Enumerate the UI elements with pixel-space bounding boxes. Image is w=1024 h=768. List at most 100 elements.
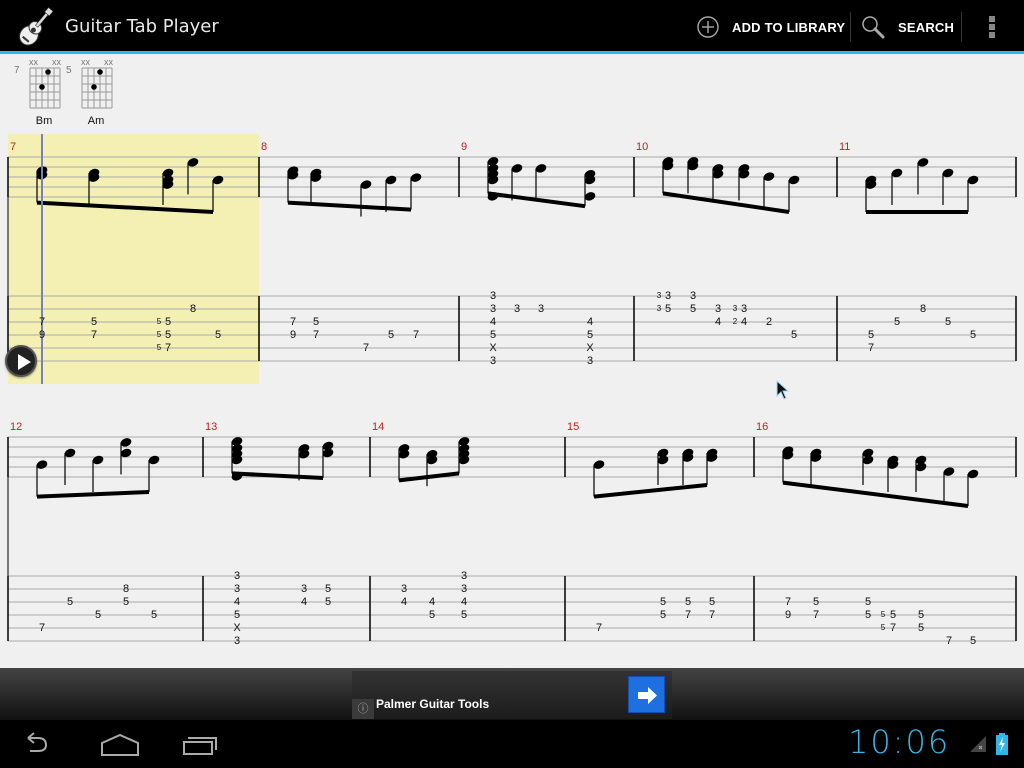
tab-fret-number[interactable]: 5 — [429, 609, 435, 621]
tab-fret-number[interactable]: 4 — [234, 596, 240, 608]
tab-fret-number[interactable]: 3 — [715, 303, 721, 315]
tab-fret-number[interactable]: 7 — [39, 316, 45, 328]
recent-apps-button[interactable] — [170, 728, 230, 760]
grace-note-fret[interactable]: 3 — [657, 290, 661, 302]
ad-banner[interactable]: ⓘ Palmer Guitar Tools — [352, 671, 672, 719]
tab-fret-number[interactable]: 3 — [665, 290, 671, 302]
tab-fret-number[interactable]: 7 — [91, 329, 97, 341]
back-button[interactable] — [10, 728, 70, 760]
search-button[interactable]: SEARCH — [860, 0, 954, 54]
tab-fret-number[interactable]: 7 — [709, 609, 715, 621]
tab-fret-number[interactable]: 5 — [813, 596, 819, 608]
tab-fret-number[interactable]: 4 — [490, 316, 496, 328]
playback-cursor[interactable] — [41, 134, 43, 384]
tab-fret-number[interactable]: 5 — [865, 596, 871, 608]
tab-fret-number[interactable]: 3 — [401, 583, 407, 595]
tab-fret-number[interactable]: 4 — [301, 596, 307, 608]
overflow-menu-icon[interactable] — [982, 14, 1002, 42]
tab-fret-number[interactable]: X — [489, 342, 496, 354]
tab-fret-number[interactable]: 5 — [660, 596, 666, 608]
tab-fret-number[interactable]: 5 — [165, 329, 171, 341]
tab-fret-number[interactable]: 7 — [813, 609, 819, 621]
play-button[interactable] — [5, 345, 37, 377]
tab-fret-number[interactable]: 5 — [890, 609, 896, 621]
tab-fret-number[interactable]: 5 — [461, 609, 467, 621]
tab-fret-number[interactable]: 5 — [490, 329, 496, 341]
tab-fret-number[interactable]: 5 — [918, 622, 924, 634]
tab-fret-number[interactable]: 5 — [325, 583, 331, 595]
tab-fret-number[interactable]: 3 — [587, 355, 593, 367]
tab-fret-number[interactable]: 3 — [690, 290, 696, 302]
tab-fret-number[interactable]: 3 — [234, 570, 240, 582]
tab-fret-number[interactable]: 3 — [514, 303, 520, 315]
tab-fret-number[interactable]: X — [233, 622, 240, 634]
grace-note-fret[interactable]: 3 — [657, 303, 661, 315]
tab-fret-number[interactable]: 7 — [290, 316, 296, 328]
add-to-library-button[interactable]: ADD TO LIBRARY — [696, 0, 845, 54]
tab-fret-number[interactable]: 9 — [290, 329, 296, 341]
grace-note-fret[interactable]: 5 — [157, 329, 161, 341]
tab-fret-number[interactable]: 3 — [234, 583, 240, 595]
tab-fret-number[interactable]: 7 — [785, 596, 791, 608]
tab-fret-number[interactable]: 7 — [868, 342, 874, 354]
tab-fret-number[interactable]: 4 — [741, 316, 747, 328]
tab-fret-number[interactable]: 4 — [715, 316, 721, 328]
tab-fret-number[interactable]: 3 — [461, 570, 467, 582]
tab-fret-number[interactable]: 8 — [920, 303, 926, 315]
tab-fret-number[interactable]: 5 — [690, 303, 696, 315]
tab-fret-number[interactable]: 9 — [39, 329, 45, 341]
tab-fret-number[interactable]: 5 — [685, 596, 691, 608]
info-icon[interactable]: ⓘ — [352, 699, 374, 719]
tab-fret-number[interactable]: 7 — [313, 329, 319, 341]
tab-fret-number[interactable]: 7 — [413, 329, 419, 341]
tab-fret-number[interactable]: 5 — [123, 596, 129, 608]
tab-fret-number[interactable]: 5 — [791, 329, 797, 341]
tab-fret-number[interactable]: 5 — [660, 609, 666, 621]
chord-diagram[interactable]: 7 xx xx Bm — [14, 57, 74, 129]
tab-fret-number[interactable]: 7 — [39, 622, 45, 634]
grace-note-fret[interactable]: 2 — [733, 316, 737, 328]
tab-fret-number[interactable]: 5 — [91, 316, 97, 328]
tab-fret-number[interactable]: 3 — [234, 635, 240, 647]
tab-fret-number[interactable]: 5 — [865, 609, 871, 621]
tab-fret-number[interactable]: 5 — [970, 635, 976, 647]
tab-fret-number[interactable]: 8 — [123, 583, 129, 595]
tab-fret-number[interactable]: 5 — [388, 329, 394, 341]
tab-fret-number[interactable]: X — [586, 342, 593, 354]
tab-fret-number[interactable]: 7 — [165, 342, 171, 354]
tab-fret-number[interactable]: 4 — [587, 316, 593, 328]
tab-fret-number[interactable]: 3 — [461, 583, 467, 595]
tab-fret-number[interactable]: 4 — [429, 596, 435, 608]
tab-fret-number[interactable]: 5 — [313, 316, 319, 328]
tab-fret-number[interactable]: 5 — [709, 596, 715, 608]
score-view[interactable]: 7 7 9 5 7 5 5 5 5 5 7 8 5 8 7 9 5 7 7 5 7 9 3 3 4 5 X 3 3 3 4 5 X 3 10 3 3 3 5… — [0, 130, 1024, 665]
grace-note-fret[interactable]: 5 — [157, 316, 161, 328]
tab-fret-number[interactable]: 5 — [587, 329, 593, 341]
tab-fret-number[interactable]: 3 — [490, 303, 496, 315]
tab-fret-number[interactable]: 5 — [868, 329, 874, 341]
tab-fret-number[interactable]: 5 — [894, 316, 900, 328]
grace-note-fret[interactable]: 3 — [733, 303, 737, 315]
tab-fret-number[interactable]: 7 — [685, 609, 691, 621]
ad-title[interactable]: Palmer Guitar Tools — [376, 697, 489, 711]
tab-fret-number[interactable]: 5 — [234, 609, 240, 621]
tab-fret-number[interactable]: 5 — [95, 609, 101, 621]
tab-fret-number[interactable]: 3 — [490, 290, 496, 302]
tab-fret-number[interactable]: 7 — [890, 622, 896, 634]
tab-fret-number[interactable]: 8 — [190, 303, 196, 315]
tab-fret-number[interactable]: 2 — [766, 316, 772, 328]
tab-fret-number[interactable]: 5 — [151, 609, 157, 621]
tab-fret-number[interactable]: 4 — [461, 596, 467, 608]
tab-fret-number[interactable]: 3 — [490, 355, 496, 367]
ad-go-button[interactable] — [628, 676, 665, 713]
tab-fret-number[interactable]: 7 — [363, 342, 369, 354]
grace-note-fret[interactable]: 5 — [881, 609, 885, 621]
tab-fret-number[interactable]: 5 — [665, 303, 671, 315]
tab-fret-number[interactable]: 3 — [301, 583, 307, 595]
tab-fret-number[interactable]: 3 — [741, 303, 747, 315]
tab-fret-number[interactable]: 7 — [596, 622, 602, 634]
guitar-icon[interactable] — [12, 4, 60, 50]
tab-fret-number[interactable]: 7 — [946, 635, 952, 647]
home-button[interactable] — [90, 728, 150, 760]
tab-fret-number[interactable]: 9 — [785, 609, 791, 621]
